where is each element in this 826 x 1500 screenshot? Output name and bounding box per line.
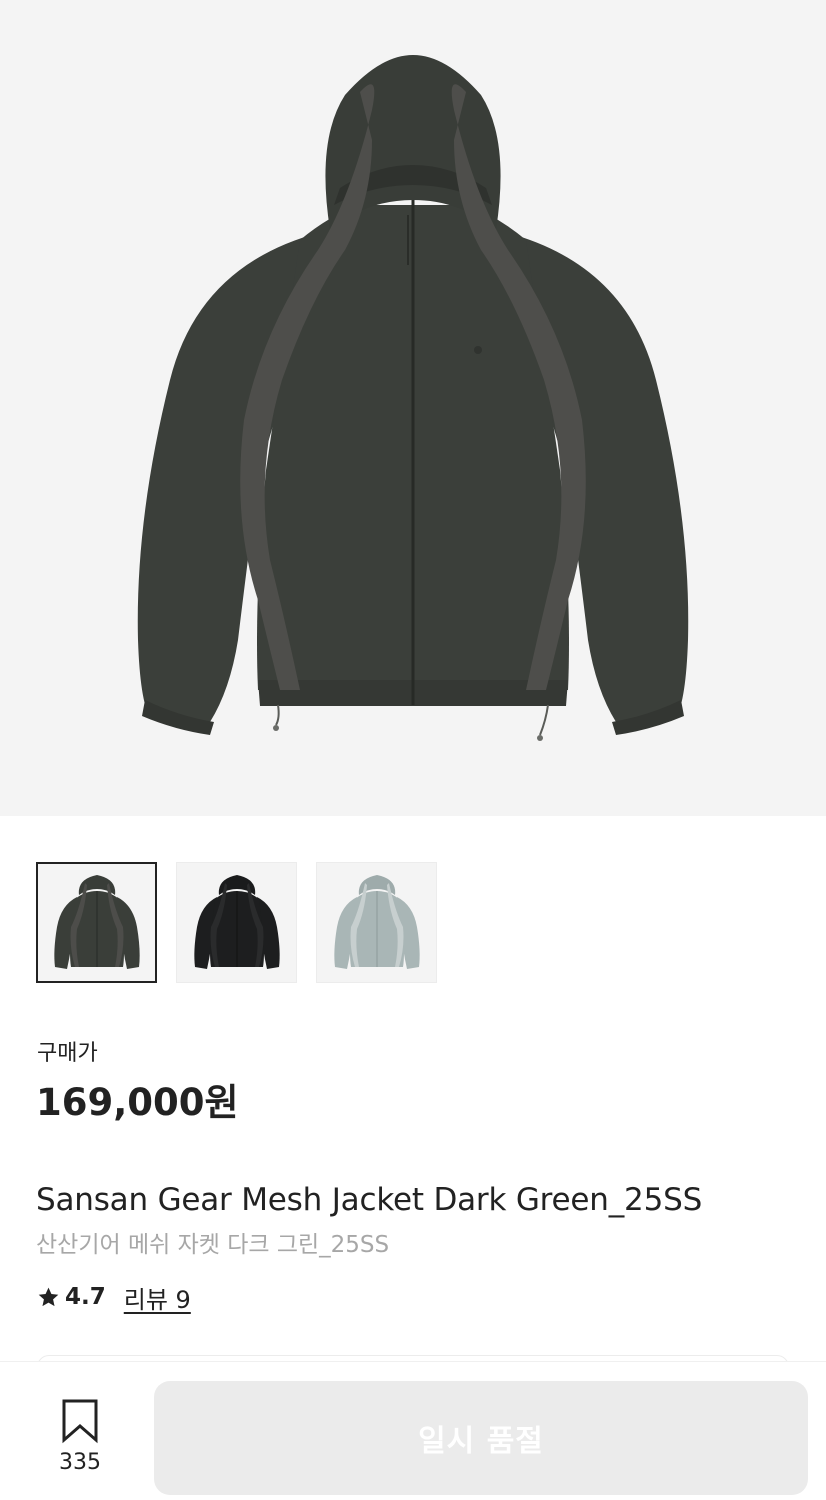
price-label: 구매가 — [37, 1041, 98, 1066]
product-main-image[interactable] — [0, 0, 826, 816]
rating-row: 4.7 리뷰 9 — [36, 1280, 191, 1315]
thumbnail-light-grey[interactable] — [316, 862, 437, 983]
wishlist-button[interactable]: 335 — [54, 1398, 106, 1476]
product-price: 169,000원 — [36, 1081, 239, 1124]
sold-out-button[interactable]: 일시 품절 — [154, 1381, 808, 1495]
product-title-en: Sansan Gear Mesh Jacket Dark Green_25SS — [36, 1182, 703, 1218]
product-title-ko: 산산기어 메쉬 자켓 다크 그린_25SS — [36, 1232, 390, 1258]
jacket-thumb-icon — [333, 874, 420, 969]
wishlist-count: 335 — [59, 1450, 101, 1475]
jacket-thumb-icon — [53, 874, 140, 969]
review-link[interactable]: 리뷰 9 — [124, 1280, 191, 1315]
jacket-thumb-icon — [193, 874, 280, 969]
star-icon — [38, 1287, 59, 1306]
rating-value: 4.7 — [65, 1284, 106, 1310]
thumbnail-dark-green[interactable] — [36, 862, 157, 983]
thumbnail-black[interactable] — [176, 862, 297, 983]
jacket-illustration — [137, 55, 689, 741]
bookmark-icon — [62, 1399, 98, 1444]
color-thumbnail-list — [36, 862, 437, 983]
